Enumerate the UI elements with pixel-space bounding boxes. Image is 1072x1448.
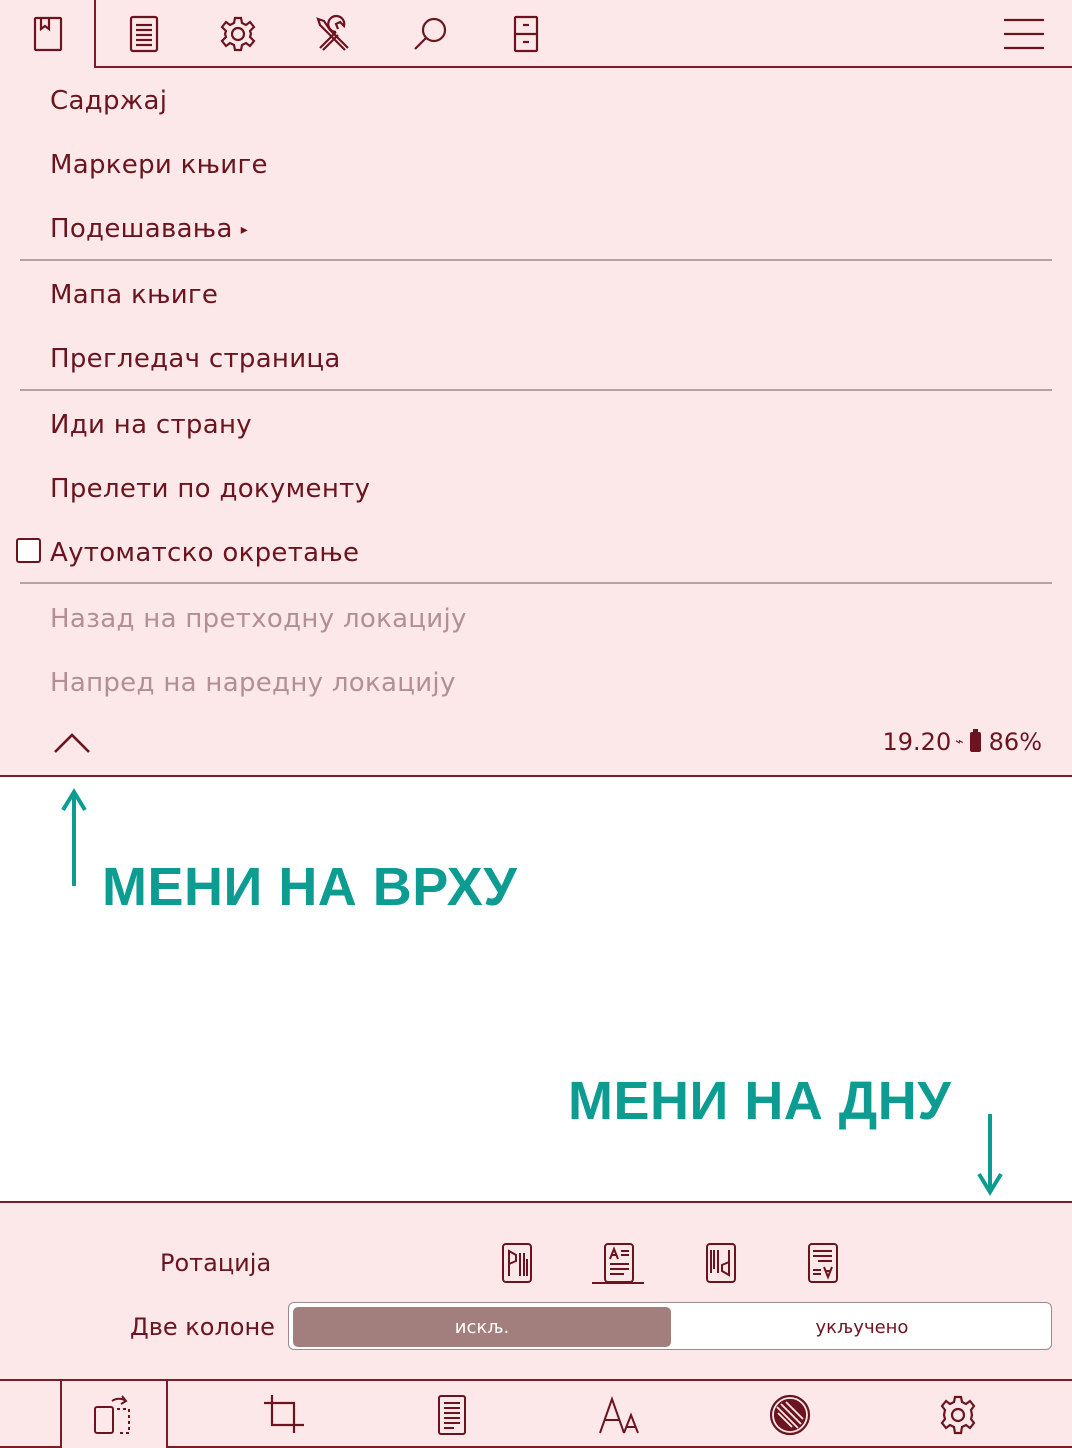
hamburger-icon — [1004, 18, 1044, 50]
menu-item-bookmarks[interactable]: Маркери књиге — [50, 148, 268, 182]
collapse-menu-button[interactable] — [52, 725, 92, 759]
menu-item-settings-label: Подешавања — [50, 214, 233, 244]
tab-library[interactable] — [478, 0, 574, 68]
battery-icon — [969, 729, 981, 752]
top-tab-bar — [0, 0, 1072, 68]
rotate-180-icon — [808, 1243, 838, 1283]
status-bar: 19.20 ⌁ 86% — [883, 728, 1043, 756]
down-arrow-annotation-icon — [977, 1114, 1003, 1196]
submenu-arrow-icon: ▸ — [240, 221, 249, 238]
charging-icon: ⌁ — [955, 734, 964, 750]
tab-divider — [60, 1381, 62, 1448]
clock-text: 19.20 — [882, 728, 952, 756]
up-arrow-annotation-icon — [61, 788, 87, 886]
tab-document[interactable] — [96, 0, 192, 68]
chevron-up-icon — [54, 733, 90, 753]
main-menu-button[interactable] — [976, 0, 1072, 68]
tools-icon — [316, 14, 349, 51]
menu-item-forward-location: Напред на наредну локацију — [50, 668, 456, 698]
menu-item-settings[interactable]: Подешавања ▸ — [50, 212, 248, 247]
font-size-icon — [599, 1395, 639, 1433]
document-icon — [129, 15, 159, 53]
contrast-icon — [769, 1394, 811, 1435]
rotation-option-270[interactable] — [696, 1240, 746, 1286]
rotation-label: Ротација — [160, 1249, 272, 1277]
menu-item-book-map[interactable]: Мапа књиге — [50, 278, 218, 312]
bookmark-icon — [33, 16, 63, 52]
rotation-option-180[interactable] — [798, 1240, 848, 1286]
top-menu-annotation: МЕНИ НА ВРХУ — [102, 857, 518, 917]
crop-icon — [264, 1394, 304, 1433]
tab-settings[interactable] — [190, 0, 286, 68]
gear-icon — [220, 16, 256, 52]
two-columns-toggle: искљ. укључено — [288, 1302, 1052, 1350]
gear-icon — [940, 1395, 976, 1434]
two-columns-off-option[interactable]: искљ. — [293, 1307, 671, 1347]
tab-navigation[interactable] — [0, 0, 96, 68]
rotate-270-icon — [706, 1243, 736, 1283]
tab-divider — [94, 0, 96, 68]
btab-page[interactable] — [400, 1381, 504, 1448]
menu-separator — [20, 582, 1052, 584]
menu-item-back-location: Назад на претходну локацију — [50, 604, 467, 634]
rotation-option-90[interactable] — [492, 1240, 542, 1286]
btab-font[interactable] — [568, 1381, 672, 1448]
page-icon — [438, 1394, 466, 1435]
tab-search[interactable] — [382, 0, 478, 68]
search-icon — [414, 17, 447, 50]
top-menu: Садржај Маркери књиге Подешавања ▸ Мапа к… — [0, 0, 1072, 777]
rotation-selected-indicator — [592, 1282, 644, 1284]
two-columns-on-option[interactable]: укључено — [675, 1307, 1049, 1347]
rotate-90-icon — [502, 1243, 532, 1283]
rotate-0-icon — [604, 1243, 634, 1283]
tab-divider — [166, 1381, 168, 1448]
cabinet-icon — [513, 15, 539, 53]
tab-bar-border — [94, 66, 1072, 68]
menu-item-skim-document[interactable]: Прелети по документу — [50, 472, 370, 506]
tab-tools[interactable] — [286, 0, 382, 68]
btab-contrast[interactable] — [738, 1381, 842, 1448]
menu-item-contents[interactable]: Садржај — [50, 84, 167, 118]
two-columns-label: Две колоне — [130, 1313, 275, 1341]
menu-separator — [20, 389, 1052, 391]
menu-item-page-browser[interactable]: Прегледач страница — [50, 342, 341, 376]
btab-crop[interactable] — [232, 1381, 336, 1448]
menu-item-auto-rotate[interactable]: Аутоматско окретање — [50, 536, 359, 570]
menu-item-go-to-page[interactable]: Иди на страну — [50, 408, 252, 442]
btab-rotation[interactable] — [62, 1381, 166, 1448]
btab-settings[interactable] — [906, 1381, 1010, 1448]
bottom-tab-bar — [0, 1379, 1072, 1448]
rotation-option-0[interactable] — [594, 1240, 644, 1286]
rotate-screen-icon — [94, 1394, 130, 1434]
battery-level-text: 86% — [988, 728, 1042, 756]
auto-rotate-checkbox[interactable] — [16, 538, 41, 563]
bottom-menu-annotation: МЕНИ НА ДНУ — [568, 1071, 952, 1131]
menu-separator — [20, 259, 1052, 261]
